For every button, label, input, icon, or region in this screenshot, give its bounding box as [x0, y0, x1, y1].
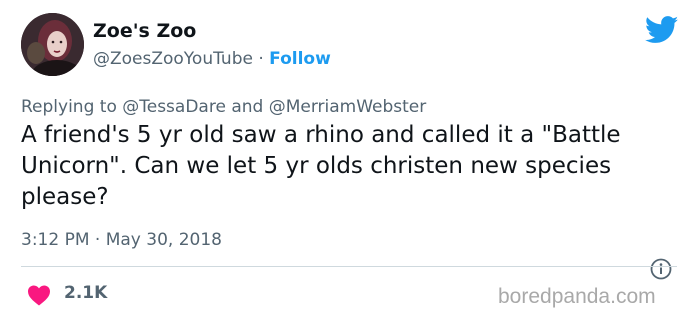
like-count: 2.1K [64, 283, 108, 303]
tweet-text: A friend's 5 yr old saw a rhino and call… [21, 122, 621, 210]
divider [21, 266, 677, 267]
author-handle[interactable]: @ZoesZooYouTube [93, 49, 253, 69]
reply-context: Replying to @TessaDare and @MerriamWebst… [21, 97, 426, 117]
heart-icon [28, 285, 50, 306]
author-handle-line: @ZoesZooYouTube · Follow [93, 49, 331, 69]
handle-separator: · [258, 49, 264, 69]
info-icon[interactable] [650, 258, 672, 280]
avatar-image [21, 13, 84, 76]
timestamp-separator: · [94, 230, 101, 250]
author-name[interactable]: Zoe's Zoo [93, 20, 196, 42]
avatar[interactable] [21, 13, 84, 76]
reply-prefix: Replying to [21, 97, 117, 117]
reply-mention-tessadare[interactable]: @TessaDare [122, 97, 226, 117]
tweet-card: Zoe's Zoo @ZoesZooYouTube · Follow Reply… [0, 0, 700, 319]
reply-conjunction: and [231, 97, 264, 117]
reply-mention-merriamwebster[interactable]: @MerriamWebster [269, 97, 427, 117]
follow-button[interactable]: Follow [269, 49, 331, 69]
watermark: boredpanda.com [498, 285, 656, 308]
tweet-time: 3:12 PM [21, 230, 90, 250]
tweet-timestamp[interactable]: 3:12 PM · May 30, 2018 [21, 230, 222, 250]
twitter-bird-icon[interactable] [645, 16, 679, 44]
tweet-date: May 30, 2018 [105, 230, 222, 250]
